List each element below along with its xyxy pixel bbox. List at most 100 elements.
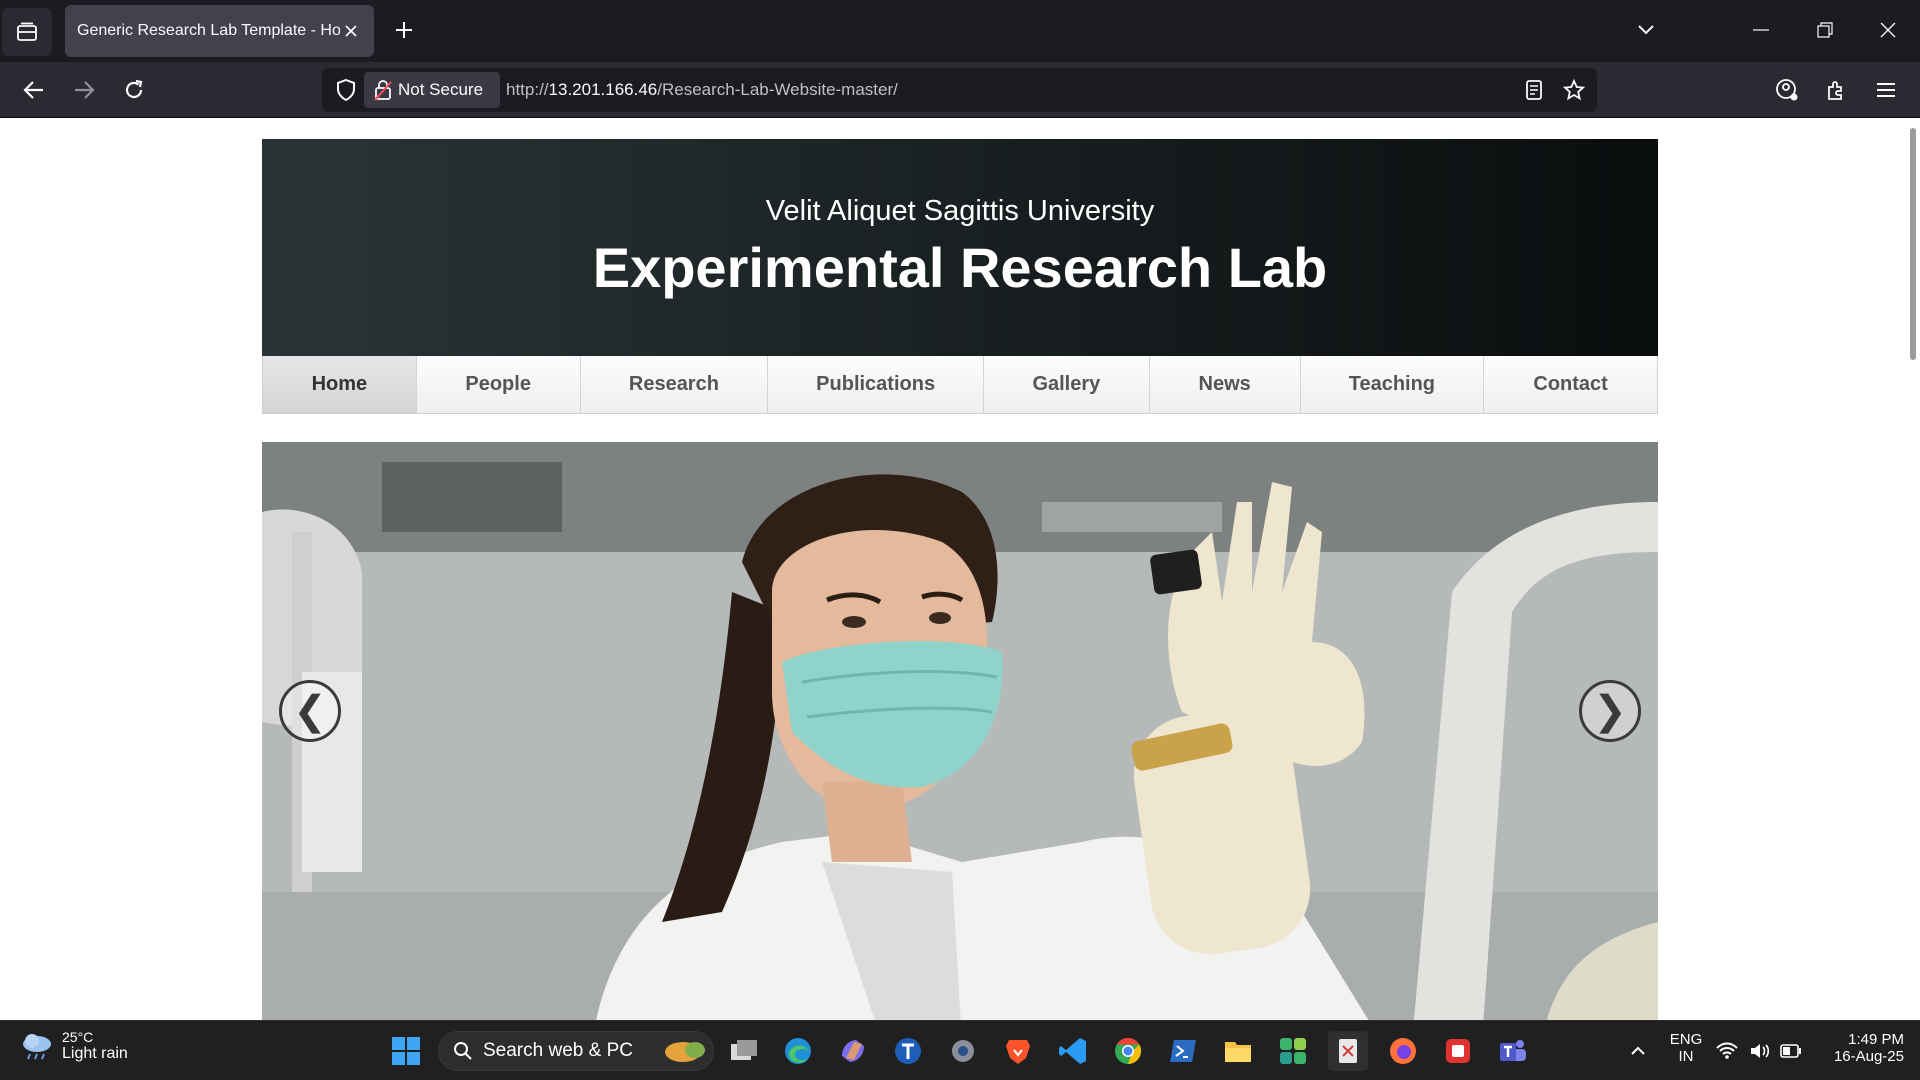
close-icon: [345, 25, 357, 37]
list-all-tabs-button[interactable]: [1630, 14, 1662, 46]
edge-icon: [785, 1038, 811, 1064]
wifi-status[interactable]: [1712, 1031, 1742, 1071]
gear-icon: [952, 1040, 974, 1062]
close-icon: [1880, 22, 1896, 38]
scientist-photo: [262, 442, 1658, 1020]
firefox-view-icon: [17, 22, 37, 41]
menu-item-people[interactable]: People: [417, 356, 581, 413]
bookmark-button[interactable]: [1558, 74, 1590, 106]
hamburger-menu-icon: [1877, 83, 1895, 97]
taskbar-search[interactable]: Search web & PC: [438, 1031, 714, 1071]
firefox-view-button[interactable]: [2, 8, 52, 56]
firefox-icon: [1390, 1038, 1416, 1064]
site-security-button[interactable]: Not Secure: [364, 72, 500, 108]
reload-button[interactable]: [114, 70, 154, 110]
t-app[interactable]: [888, 1031, 928, 1071]
new-tab-button[interactable]: [388, 14, 420, 46]
green-app[interactable]: [1273, 1031, 1313, 1071]
chevron-down-icon: [1638, 25, 1654, 35]
menu-item-gallery[interactable]: Gallery: [984, 356, 1150, 413]
menu-item-research[interactable]: Research: [581, 356, 769, 413]
start-button[interactable]: [386, 1031, 426, 1071]
search-label: Search web & PC: [483, 1040, 633, 1061]
carousel-next-button[interactable]: ❯: [1579, 680, 1641, 742]
teams-icon: [1500, 1040, 1526, 1061]
plus-icon: [396, 22, 412, 38]
menu-item-publications[interactable]: Publications: [768, 356, 984, 413]
red-app[interactable]: [1438, 1031, 1478, 1071]
account-icon: [1776, 79, 1798, 101]
snipping-tool-app[interactable]: [1328, 1031, 1368, 1071]
arrow-right-icon: [75, 81, 95, 99]
app-menu-button[interactable]: [1866, 70, 1906, 110]
powershell-app[interactable]: [1163, 1031, 1203, 1071]
menu-item-home[interactable]: Home: [263, 356, 417, 413]
chrome-icon: [1115, 1037, 1142, 1065]
task-view-icon: [731, 1040, 757, 1060]
region-code: IN: [1678, 1048, 1694, 1065]
language-code: ENG: [1669, 1031, 1703, 1048]
brave-app[interactable]: [998, 1031, 1038, 1071]
reader-view-button[interactable]: [1518, 74, 1550, 106]
extensions-button[interactable]: [1816, 70, 1856, 110]
restore-icon: [1817, 22, 1833, 38]
battery-icon: [1780, 1044, 1801, 1058]
menu-item-teaching[interactable]: Teaching: [1301, 356, 1485, 413]
forward-button[interactable]: [64, 70, 104, 110]
site-header: Velit Aliquet Sagittis University Experi…: [262, 139, 1658, 356]
clock-date: 16-Aug-25: [1833, 1048, 1904, 1065]
battery-status[interactable]: [1776, 1031, 1806, 1071]
snipping-tool-icon: [1339, 1039, 1357, 1063]
t-app-icon: [895, 1038, 921, 1064]
carousel-prev-button[interactable]: ❮: [279, 680, 341, 742]
page-scrollbar[interactable]: [1904, 118, 1920, 1020]
clock[interactable]: 1:49 PM 16-Aug-25: [1812, 1031, 1904, 1065]
shield-icon: [337, 79, 355, 101]
tab-close-button[interactable]: [340, 20, 362, 42]
active-tab[interactable]: Generic Research Lab Template - Home: [65, 5, 374, 57]
file-explorer-app[interactable]: [1218, 1031, 1258, 1071]
menu-item-contact[interactable]: Contact: [1484, 356, 1657, 413]
url-path: /Research-Lab-Website-master/: [657, 80, 898, 99]
language-indicator[interactable]: ENG IN: [1660, 1031, 1712, 1065]
search-icon: [454, 1042, 472, 1060]
close-window-button[interactable]: [1860, 10, 1916, 50]
minimize-icon: [1753, 29, 1769, 31]
reader-view-icon: [1526, 80, 1542, 100]
url-prefix: http://: [506, 80, 549, 99]
search-highlight-icon: [664, 1042, 705, 1062]
brave-lion-icon: [1006, 1040, 1030, 1064]
task-view-button[interactable]: [724, 1031, 764, 1071]
restore-button[interactable]: [1797, 10, 1853, 50]
insecure-lock-icon: [374, 80, 392, 101]
windows-taskbar: 25°C Light rain Search web & PC ENG IN 1…: [0, 1020, 1920, 1080]
powershell-icon: [1170, 1040, 1196, 1062]
weather-temperature: 25°C: [62, 1029, 94, 1045]
tab-title: Generic Research Lab Template - Home: [77, 22, 340, 39]
firefox-app[interactable]: [1383, 1031, 1423, 1071]
page-viewport: Velit Aliquet Sagittis University Experi…: [0, 118, 1920, 1020]
url-bar[interactable]: Not Secure http://13.201.166.46/Research…: [322, 68, 1597, 112]
url-text[interactable]: http://13.201.166.46/Research-Lab-Websit…: [506, 68, 898, 112]
account-button[interactable]: [1767, 70, 1807, 110]
reload-icon: [125, 79, 143, 99]
star-icon: [1563, 79, 1585, 101]
minimize-button[interactable]: [1733, 10, 1789, 50]
chevron-up-icon: [1631, 1046, 1645, 1055]
teams-app[interactable]: [1493, 1031, 1533, 1071]
settings-app[interactable]: [943, 1031, 983, 1071]
weather-widget[interactable]: 25°C Light rain: [20, 1029, 128, 1063]
browser-nav-bar: Not Secure http://13.201.166.46/Research…: [0, 62, 1920, 118]
volume-status[interactable]: [1745, 1031, 1775, 1071]
show-hidden-icons-button[interactable]: [1618, 1031, 1658, 1071]
tracking-protection-button[interactable]: [330, 74, 362, 106]
back-button[interactable]: [14, 70, 54, 110]
edge-app[interactable]: [778, 1031, 818, 1071]
wifi-icon: [1716, 1042, 1738, 1059]
vscode-app[interactable]: [1053, 1031, 1093, 1071]
chrome-app[interactable]: [1108, 1031, 1148, 1071]
menu-item-news[interactable]: News: [1150, 356, 1301, 413]
copilot-app[interactable]: [833, 1031, 873, 1071]
scrollbar-thumb[interactable]: [1910, 128, 1916, 360]
security-label: Not Secure: [398, 80, 484, 99]
